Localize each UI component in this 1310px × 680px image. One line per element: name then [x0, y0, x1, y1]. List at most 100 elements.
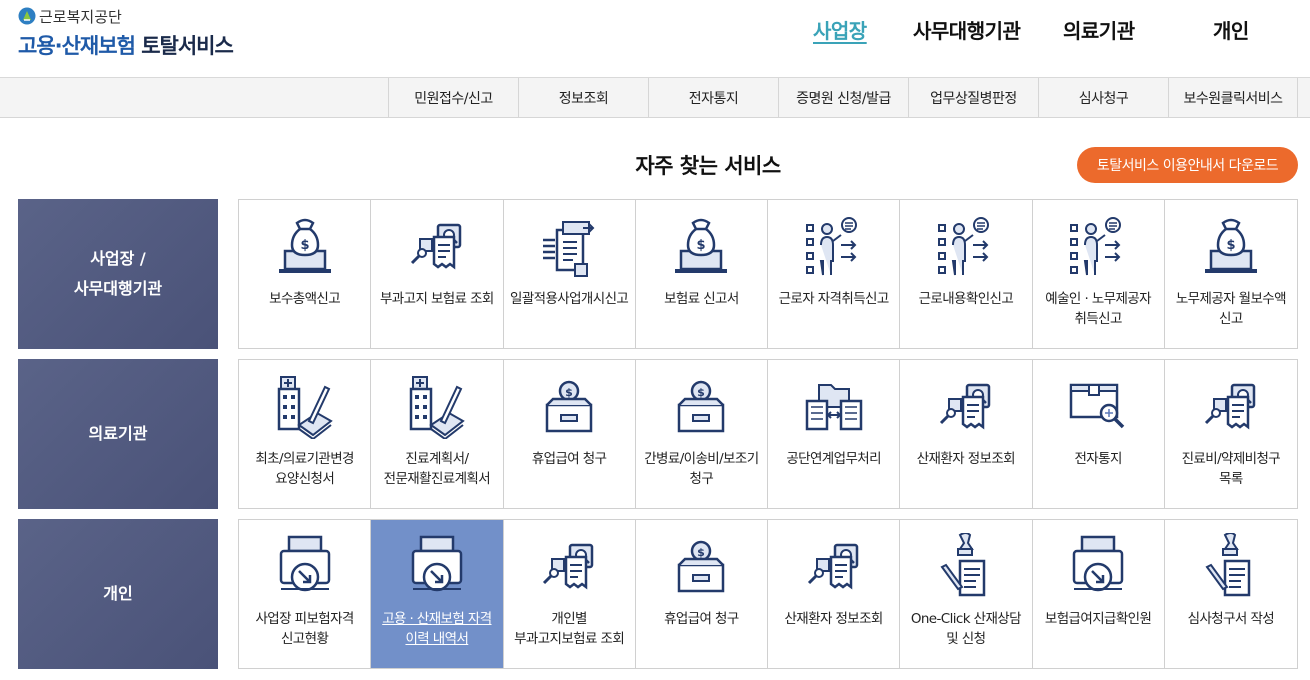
service-tile[interactable]: 산재환자 정보조회 [768, 520, 901, 668]
service-tile[interactable]: 예술인 · 노무제공자 취득신고 [1033, 200, 1165, 348]
coin-box-icon: $ [534, 372, 604, 440]
subnav-item[interactable]: 증명원 신청/발급 [778, 78, 908, 118]
printer-download-icon [1063, 532, 1133, 600]
download-guide-button[interactable]: 토탈서비스 이용안내서 다운로드 [1077, 147, 1298, 183]
category-individual: 개인 [18, 519, 218, 669]
service-tile-label: 개인별 부과고지보험료 조회 [514, 611, 625, 647]
folder-exchange-icon [799, 372, 869, 440]
person-checklist-icon [931, 212, 1001, 280]
service-tile[interactable]: 일괄적용사업개시신고 [504, 200, 636, 348]
subnav-item[interactable]: 심사청구 [1038, 78, 1168, 118]
box-magnifier-icon [1063, 372, 1133, 440]
service-tile[interactable]: 개인별 부과고지보험료 조회 [504, 520, 636, 668]
service-tile[interactable]: $ 보수총액신고 [239, 200, 372, 348]
service-tile[interactable]: $ 휴업급여 청구 [504, 360, 636, 508]
service-tile-label: One-Click 산재상담 및 신청 [910, 611, 1022, 647]
topnav-workplace[interactable]: 사업장 [813, 15, 867, 44]
subnav-item[interactable]: 정보조회 [518, 78, 648, 118]
printer-download-icon [270, 532, 340, 600]
service-tile-label: 보험료 신고서 [664, 291, 739, 307]
subnav-item[interactable]: 업무상질병판정 [908, 78, 1038, 118]
service-tile[interactable]: 진료계획서/전문재활진료계획서 [371, 360, 504, 508]
topnav-medical[interactable]: 의료기관 [1063, 15, 1135, 44]
service-tile[interactable]: 산재환자 정보조회 [900, 360, 1033, 508]
service-tile-label: 보험급여지급확인원 [1044, 611, 1152, 627]
svg-text:$: $ [698, 386, 706, 399]
service-tile-label: 산재환자 정보조회 [916, 451, 1016, 467]
service-tile[interactable]: 전자통지 [1033, 360, 1165, 508]
person-checklist-icon [1063, 212, 1133, 280]
service-tile[interactable]: 고용 · 산재보험 자격 이력 내역서 [371, 520, 504, 668]
svg-text:$: $ [697, 238, 706, 253]
stamp-document-icon [931, 532, 1001, 600]
hospital-pen-icon [270, 372, 340, 440]
service-tile[interactable]: 부과고지 보험료 조회 [371, 200, 504, 348]
sub-nav: 민원접수/신고 정보조회 전자통지 증명원 신청/발급 업무상질병판정 심사청구… [0, 78, 1310, 118]
svg-text:$: $ [1226, 238, 1235, 253]
service-tile[interactable]: $ 노무제공자 월보수액 신고 [1165, 200, 1297, 348]
service-tile-label: 산재환자 정보조회 [784, 611, 883, 627]
service-tile-label: 근로자 자격취득신고 [778, 291, 890, 307]
service-tile[interactable]: 사업장 피보험자격 신고현황 [239, 520, 372, 668]
service-tile[interactable]: One-Click 산재상담 및 신청 [900, 520, 1033, 668]
money-bag-laptop-icon: $ [666, 212, 736, 280]
category-label: 사업장 / [90, 249, 146, 268]
service-tile[interactable]: 근로내용확인신고 [900, 200, 1033, 348]
service-tile[interactable]: $ 보험료 신고서 [636, 200, 768, 348]
service-tile[interactable]: 최초/의료기관변경 요양신청서 [239, 360, 372, 508]
svg-text:$: $ [300, 238, 309, 253]
printer-download-icon [402, 532, 472, 600]
service-tile-label: 고용 · 산재보험 자격 이력 내역서 [382, 611, 492, 647]
document-search-icon [799, 532, 869, 600]
coin-box-icon: $ [666, 372, 736, 440]
topnav-agency[interactable]: 사무대행기관 [913, 15, 1021, 44]
service-tile-label: 진료계획서/전문재활진료계획서 [383, 451, 491, 487]
document-search-icon [1196, 372, 1266, 440]
category-workplace: 사업장 / 사무대행기관 [18, 199, 218, 349]
document-search-icon [931, 372, 1001, 440]
subnav-item[interactable]: 보수원클릭서비스 [1168, 78, 1298, 118]
svg-text:$: $ [698, 546, 706, 559]
service-tile-label: 최초/의료기관변경 요양신청서 [255, 451, 354, 487]
money-bag-laptop-icon: $ [270, 212, 340, 280]
service-grid-workplace: $ 보수총액신고 부과고지 보험료 조회 일괄적용사업개시신고 $ 보험료 신고… [238, 199, 1298, 349]
coin-box-icon: $ [666, 532, 736, 600]
service-tile-label: 근로내용확인신고 [918, 291, 1014, 307]
service-tile-label: 전자통지 [1074, 451, 1122, 467]
document-search-icon [534, 532, 604, 600]
service-tile-label: 일괄적용사업개시신고 [510, 291, 629, 307]
service-tile-label: 노무제공자 월보수액 신고 [1175, 291, 1287, 327]
service-tile[interactable]: 진료비/약제비청구 목록 [1165, 360, 1297, 508]
service-tile-label: 휴업급여 청구 [531, 451, 607, 467]
document-stack-arrow-icon [534, 212, 604, 280]
service-tile-label: 사업장 피보험자격 신고현황 [255, 611, 354, 647]
document-search-icon [402, 212, 472, 280]
service-tile-label: 심사청구서 작성 [1187, 611, 1275, 627]
service-grid-medical: 최초/의료기관변경 요양신청서 진료계획서/전문재활진료계획서 $ 휴업급여 청… [238, 359, 1298, 509]
subnav-item[interactable]: 전자통지 [648, 78, 778, 118]
topnav-individual[interactable]: 개인 [1213, 15, 1249, 44]
service-tile[interactable]: $ 휴업급여 청구 [636, 520, 768, 668]
money-bag-laptop-icon: $ [1196, 212, 1266, 280]
service-tile-label: 부과고지 보험료 조회 [379, 291, 494, 307]
service-tile[interactable]: 보험급여지급확인원 [1033, 520, 1165, 668]
service-tile-label: 공단연계업무처리 [786, 451, 881, 467]
service-tile[interactable]: 공단연계업무처리 [768, 360, 901, 508]
service-tile[interactable]: 심사청구서 작성 [1165, 520, 1297, 668]
service-tile[interactable]: 근로자 자격취득신고 [768, 200, 901, 348]
stamp-document-icon [1196, 532, 1266, 600]
category-label: 사무대행기관 [73, 279, 163, 298]
service-grid-individual: 사업장 피보험자격 신고현황 고용 · 산재보험 자격 이력 내역서 개인별 부… [238, 519, 1298, 669]
category-medical: 의료기관 [18, 359, 218, 509]
service-tile-label: 간병료/이송비/보조기 청구 [644, 451, 759, 487]
service-tile-label: 보수총액신고 [269, 291, 341, 307]
person-checklist-icon [799, 212, 869, 280]
site-header: 근로복지공단 고용·산재보험 토탈서비스 사업장 사무대행기관 의료기관 개인 [0, 0, 1310, 78]
service-tile[interactable]: $ 간병료/이송비/보조기 청구 [636, 360, 768, 508]
hospital-pen-icon [402, 372, 472, 440]
service-tile-label: 진료비/약제비청구 목록 [1181, 451, 1281, 487]
service-tile-label: 휴업급여 청구 [664, 611, 739, 627]
subnav-item[interactable]: 민원접수/신고 [388, 78, 518, 118]
category-label: 의료기관 [88, 424, 148, 443]
svg-text:$: $ [565, 386, 573, 399]
